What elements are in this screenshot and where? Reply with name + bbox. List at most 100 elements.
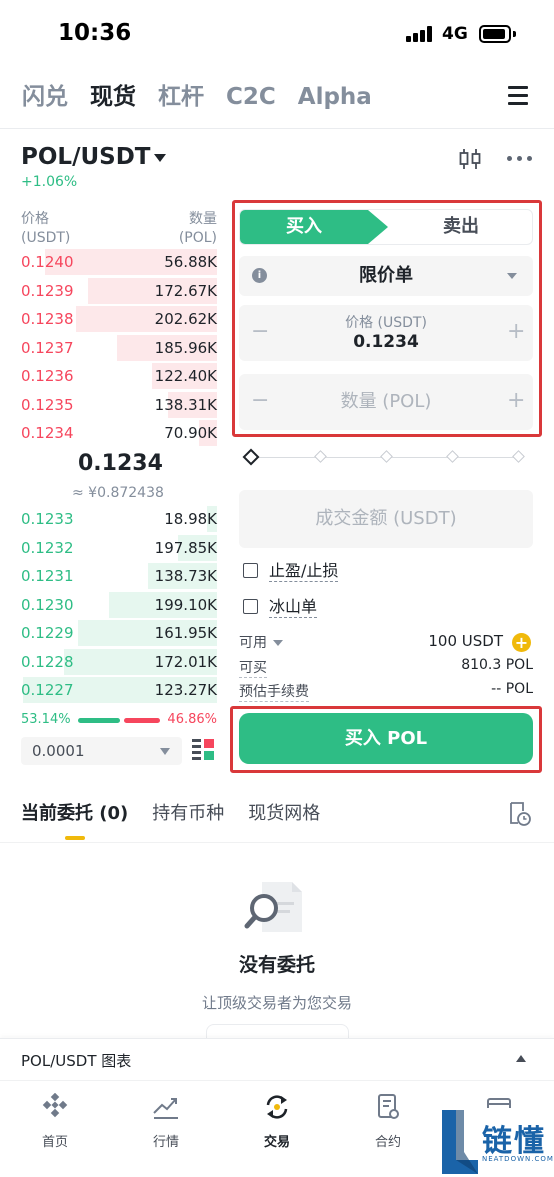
sell-ratio: 46.86% <box>167 712 217 727</box>
tab-convert[interactable]: 闪兑 <box>22 78 68 118</box>
buy-side-label[interactable]: 买入 <box>240 210 368 244</box>
pair-dropdown-icon[interactable] <box>154 154 166 162</box>
iceberg-checkbox[interactable] <box>243 599 258 614</box>
ask-qty: 56.88K <box>164 253 217 271</box>
ask-row[interactable]: 0.1240 56.88K <box>21 249 217 275</box>
slider-handle[interactable] <box>242 448 260 466</box>
info-icon[interactable]: i <box>252 268 267 283</box>
bid-row[interactable]: 0.1233 18.98K <box>21 506 217 532</box>
total-amount-input[interactable]: 成交金额 (USDT) <box>239 490 533 548</box>
bid-price: 0.1230 <box>21 595 74 614</box>
slider-node-100[interactable] <box>512 450 525 463</box>
watermark-subtext: NEATDOWN.COM <box>482 1155 554 1163</box>
fee-row: 预估手续费 -- POL <box>239 681 533 702</box>
bid-qty: 197.85K <box>154 538 217 557</box>
nav-trade[interactable]: 交易 <box>237 1093 317 1153</box>
amount-percent-slider[interactable] <box>242 448 527 466</box>
status-bar: 10:36 4G <box>0 0 554 70</box>
empty-title: 没有委托 <box>238 954 315 976</box>
bid-row[interactable]: 0.1231 138.73K <box>21 563 217 589</box>
tab-margin[interactable]: 杠杆 <box>158 78 204 118</box>
ask-price: 0.1235 <box>21 395 74 414</box>
ask-qty: 122.40K <box>154 367 217 385</box>
tab-open-orders[interactable]: 当前委托 (0) <box>21 800 128 840</box>
buy-pol-button[interactable]: 买入 POL <box>239 713 533 764</box>
chevron-down-icon <box>160 748 170 755</box>
price-input[interactable]: − 价格 (USDT) 0.1234 + <box>239 305 533 361</box>
chevron-up-icon <box>516 1055 526 1062</box>
market-chart-icon <box>153 1098 178 1119</box>
orders-tabs: 当前委托 (0) 持有币种 现货网格 <box>21 800 320 840</box>
futures-doc-icon <box>378 1094 399 1119</box>
order-type-select[interactable]: 限价单 i <box>239 256 533 296</box>
bid-price: 0.1233 <box>21 510 74 528</box>
quantity-input[interactable]: − 数量 (POL) + <box>239 374 533 430</box>
battery-icon <box>479 25 511 43</box>
quantity-placeholder: 数量 (POL) <box>340 391 432 412</box>
price-precision-select[interactable]: 0.0001 <box>21 737 182 765</box>
tab-spot[interactable]: 现货 <box>90 78 136 118</box>
last-price: 0.1234 <box>78 451 163 476</box>
ask-qty: 185.96K <box>154 338 217 357</box>
ask-row[interactable]: 0.1238 202.62K <box>21 306 217 332</box>
pair-selector[interactable]: POL/USDT <box>21 144 151 170</box>
price-increase-button[interactable]: + <box>507 321 525 343</box>
sell-side-tab[interactable]: 卖出 <box>388 210 532 244</box>
bid-price: 0.1232 <box>21 538 74 557</box>
slider-node-75[interactable] <box>446 450 459 463</box>
menu-icon[interactable] <box>508 86 530 106</box>
max-buy-row: 可买 810.3 POL <box>239 657 533 678</box>
bid-qty: 199.10K <box>154 595 217 614</box>
binance-logo-icon <box>42 1093 68 1118</box>
chart-toggle-bar[interactable]: POL/USDT 图表 <box>0 1038 554 1080</box>
candlestick-chart-icon[interactable] <box>458 148 482 170</box>
ask-row[interactable]: 0.1239 172.67K <box>21 277 217 304</box>
available-balance: 100 USDT <box>428 632 503 650</box>
network-type: 4G <box>442 24 468 44</box>
tab-holdings[interactable]: 持有币种 <box>152 800 224 840</box>
orderbook-layout-icon[interactable] <box>192 738 214 762</box>
ask-price: 0.1236 <box>21 367 74 385</box>
bid-qty: 123.27K <box>154 681 217 699</box>
bid-price: 0.1231 <box>21 567 74 585</box>
price-input-value: 0.1234 <box>353 332 419 352</box>
tp-sl-checkbox[interactable] <box>243 563 258 578</box>
tab-alpha[interactable]: Alpha <box>298 78 372 118</box>
bid-row[interactable]: 0.1230 199.10K <box>21 591 217 618</box>
bid-row[interactable]: 0.1228 172.01K <box>21 648 217 675</box>
ask-row[interactable]: 0.1237 185.96K <box>21 334 217 361</box>
tab-c2c[interactable]: C2C <box>226 78 276 118</box>
order-history-icon[interactable] <box>508 801 532 827</box>
quantity-increase-button[interactable]: + <box>507 390 525 412</box>
bid-price: 0.1227 <box>21 681 74 699</box>
ask-qty: 138.31K <box>154 395 217 414</box>
ask-row[interactable]: 0.1234 70.90K <box>21 420 217 446</box>
tab-spot-grid[interactable]: 现货网格 <box>248 800 320 840</box>
nav-futures[interactable]: 合约 <box>348 1093 428 1153</box>
empty-subtitle: 让顶级交易者为您交易 <box>201 994 352 1012</box>
more-options-icon[interactable] <box>507 156 533 162</box>
bid-price: 0.1228 <box>21 652 74 671</box>
sell-ratio-bar <box>124 718 160 723</box>
empty-search-icon <box>244 882 302 932</box>
ask-qty: 202.62K <box>154 310 217 328</box>
ask-price: 0.1234 <box>21 424 74 442</box>
add-funds-icon[interactable]: + <box>512 633 531 652</box>
nav-markets[interactable]: 行情 <box>126 1093 206 1153</box>
bid-qty: 138.73K <box>154 567 217 585</box>
nav-home[interactable]: 首页 <box>15 1093 95 1153</box>
buy-ratio: 53.14% <box>21 712 71 727</box>
bid-price: 0.1229 <box>21 624 74 642</box>
trade-swap-icon <box>266 1095 288 1119</box>
trade-mode-tabs: 闪兑 现货 杠杆 C2C Alpha <box>22 78 372 118</box>
bid-row[interactable]: 0.1232 197.85K <box>21 534 217 561</box>
slider-node-50[interactable] <box>380 450 393 463</box>
price-input-label: 价格 (USDT) <box>345 315 427 331</box>
ask-row[interactable]: 0.1235 138.31K <box>21 391 217 418</box>
bid-row[interactable]: 0.1227 123.27K <box>21 677 217 703</box>
ask-price: 0.1239 <box>21 281 74 300</box>
bid-row[interactable]: 0.1229 161.95K <box>21 620 217 646</box>
ask-row[interactable]: 0.1236 122.40K <box>21 363 217 389</box>
slider-node-25[interactable] <box>314 450 327 463</box>
ask-price: 0.1238 <box>21 310 74 328</box>
